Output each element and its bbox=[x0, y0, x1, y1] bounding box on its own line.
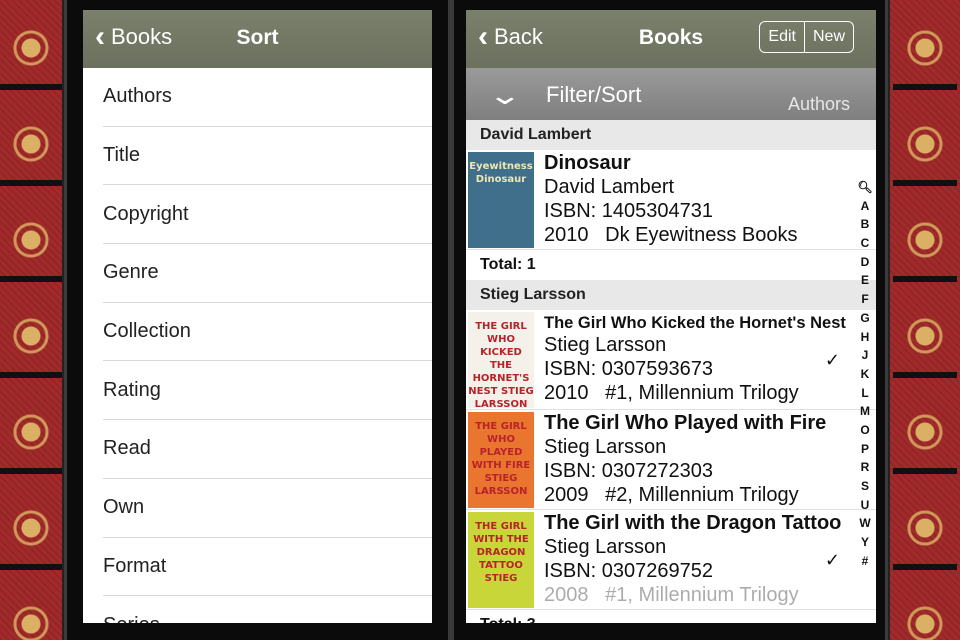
index-letter[interactable]: D bbox=[861, 253, 870, 272]
back-button[interactable]: ‹ Back bbox=[478, 20, 543, 53]
edit-button[interactable]: Edit bbox=[760, 22, 804, 52]
index-letter[interactable]: F bbox=[861, 290, 868, 309]
index-letter[interactable]: M bbox=[860, 402, 870, 421]
sort-option[interactable]: Genre bbox=[103, 244, 432, 303]
sort-option[interactable]: Read bbox=[103, 420, 432, 479]
edit-new-segmented-control: Edit New bbox=[759, 21, 854, 53]
book-title: Dinosaur bbox=[544, 152, 631, 174]
back-label: Back bbox=[494, 24, 543, 49]
book-title: The Girl Who Kicked the Hornet's Nest bbox=[544, 314, 846, 332]
book-title: The Girl with the Dragon Tattoo bbox=[544, 512, 842, 534]
search-icon[interactable]: 🔍︎ bbox=[857, 178, 872, 197]
index-letter[interactable]: U bbox=[861, 496, 870, 515]
index-letter[interactable]: # bbox=[862, 552, 869, 571]
phone-frame-books: ‹ Back Books Edit New ⌄ Filter/Sort Auth… bbox=[451, 0, 888, 640]
checkmark-icon: ✓ bbox=[824, 350, 840, 371]
sort-option[interactable]: Own bbox=[103, 479, 432, 538]
book-cover-image: THE GIRL WITH THE DRAGON TATTOO STIEG bbox=[468, 512, 534, 608]
index-letter[interactable]: A bbox=[861, 197, 870, 216]
book-isbn: ISBN: 0307272303 bbox=[544, 460, 714, 482]
book-isbn: ISBN: 1405304731 bbox=[544, 200, 714, 222]
book-info: Dinosaur David Lambert ISBN: 1405304731 … bbox=[544, 152, 852, 247]
book-row[interactable]: THE GIRL WHO PLAYED WITH FIRE STIEG LARS… bbox=[466, 410, 876, 510]
sort-option[interactable]: Rating bbox=[103, 361, 432, 421]
book-year: 2010 bbox=[544, 382, 589, 404]
section-total: Total: 1 bbox=[480, 256, 536, 273]
sort-options-list: Authors Title Copyright Genre Collection Rati… bbox=[83, 68, 432, 623]
book-series: #1, Millennium Trilogy bbox=[605, 382, 799, 404]
book-year-series: 2010 Dk Eyewitness Books bbox=[544, 223, 852, 247]
index-letter[interactable]: W bbox=[859, 514, 870, 533]
book-list: David Lambert Eyewitness Dinosaur Dinosa… bbox=[466, 120, 876, 623]
index-letter[interactable]: P bbox=[861, 440, 869, 459]
book-cover-image: Eyewitness Dinosaur bbox=[468, 152, 534, 248]
index-letter[interactable]: C bbox=[861, 234, 870, 253]
sort-option[interactable]: Copyright bbox=[103, 185, 432, 245]
book-author: Stieg Larsson bbox=[544, 334, 667, 356]
index-letter[interactable]: K bbox=[861, 365, 870, 384]
book-isbn: ISBN: 0307593673 bbox=[544, 358, 714, 380]
new-button[interactable]: New bbox=[803, 22, 853, 52]
book-row[interactable]: Eyewitness Dinosaur Dinosaur David Lambe… bbox=[466, 150, 876, 250]
section-total: Total: 3 bbox=[466, 610, 876, 623]
index-letter[interactable]: E bbox=[861, 271, 869, 290]
decorative-border-right bbox=[888, 0, 960, 640]
index-letter[interactable]: H bbox=[861, 328, 870, 347]
books-screen: ‹ Back Books Edit New ⌄ Filter/Sort Auth… bbox=[466, 10, 876, 623]
current-sort-value: Authors bbox=[787, 94, 850, 114]
book-year-series: 2009 #2, Millennium Trilogy bbox=[544, 483, 852, 507]
book-cover-image: THE GIRL WHO KICKED THE HORNET'S NEST ST… bbox=[468, 312, 534, 408]
alphabet-index[interactable]: 🔍︎ A B C D E F G H J K L M O P R S U W Y # bbox=[856, 178, 874, 570]
book-year: 2010 bbox=[544, 224, 589, 246]
sort-option[interactable]: Title bbox=[103, 127, 432, 186]
book-year: 2009 bbox=[544, 484, 589, 506]
book-row[interactable]: THE GIRL WITH THE DRAGON TATTOO STIEG Th… bbox=[466, 510, 876, 610]
book-row[interactable]: THE GIRL WHO KICKED THE HORNET'S NEST ST… bbox=[466, 310, 876, 410]
book-info: The Girl Who Kicked the Hornet's Nest St… bbox=[544, 312, 852, 405]
book-isbn: ISBN: 0307269752 bbox=[544, 560, 714, 582]
phone-frame-sort: ‹ Books Sort Authors Title Copyright Genre C… bbox=[64, 0, 451, 640]
sort-option[interactable]: Series bbox=[103, 596, 432, 623]
cover-text: THE GIRL WHO KICKED THE HORNET'S NEST ST… bbox=[468, 321, 534, 408]
page-title: Sort bbox=[236, 26, 279, 49]
section-header-author: Stieg Larsson bbox=[466, 280, 876, 310]
book-year-series: 2010 #1, Millennium Trilogy bbox=[544, 381, 852, 405]
index-letter[interactable]: O bbox=[860, 421, 869, 440]
index-letter[interactable]: Y bbox=[861, 533, 869, 552]
decorative-border-left bbox=[0, 0, 64, 640]
index-letter[interactable]: L bbox=[861, 384, 868, 403]
sort-screen: ‹ Books Sort Authors Title Copyright Genre C… bbox=[83, 10, 432, 623]
books-navbar: ‹ Back Books Edit New bbox=[466, 10, 876, 68]
filter-sort-bar[interactable]: ⌄ Filter/Sort Authors bbox=[466, 68, 876, 120]
book-title: The Girl Who Played with Fire bbox=[544, 412, 827, 434]
cover-text: Eyewitness Dinosaur bbox=[469, 161, 533, 185]
index-letter[interactable]: R bbox=[861, 458, 870, 477]
filter-sort-label: Filter/Sort bbox=[546, 82, 642, 107]
chevron-down-icon: ⌄ bbox=[487, 80, 523, 110]
book-series: #1, Millennium Trilogy bbox=[605, 584, 799, 606]
sort-navbar: ‹ Books Sort bbox=[83, 10, 432, 68]
book-info: The Girl with the Dragon Tattoo Stieg La… bbox=[544, 512, 852, 607]
index-letter[interactable]: G bbox=[860, 309, 869, 328]
book-year-series: 2008 #1, Millennium Trilogy bbox=[544, 583, 852, 607]
book-author: Stieg Larsson bbox=[544, 536, 667, 558]
book-info: The Girl Who Played with Fire Stieg Lars… bbox=[544, 412, 852, 507]
sort-option[interactable]: Format bbox=[103, 538, 432, 597]
book-author: David Lambert bbox=[544, 176, 675, 198]
section-header-author: David Lambert bbox=[466, 120, 876, 150]
checkmark-icon: ✓ bbox=[824, 550, 840, 571]
cover-text: THE GIRL WHO PLAYED WITH FIRE STIEG LARS… bbox=[471, 421, 531, 497]
book-series: Dk Eyewitness Books bbox=[605, 224, 798, 246]
book-cover-image: THE GIRL WHO PLAYED WITH FIRE STIEG LARS… bbox=[468, 412, 534, 508]
index-letter[interactable]: S bbox=[861, 477, 869, 496]
cover-text: THE GIRL WITH THE DRAGON TATTOO STIEG bbox=[473, 521, 529, 584]
index-letter[interactable]: J bbox=[862, 346, 869, 365]
book-author: Stieg Larsson bbox=[544, 436, 667, 458]
sort-option[interactable]: Authors bbox=[103, 68, 432, 127]
index-letter[interactable]: B bbox=[861, 215, 870, 234]
sort-option[interactable]: Collection bbox=[103, 303, 432, 362]
book-series: #2, Millennium Trilogy bbox=[605, 484, 799, 506]
chevron-left-icon: ‹ bbox=[478, 20, 488, 53]
book-year: 2008 bbox=[544, 584, 589, 606]
